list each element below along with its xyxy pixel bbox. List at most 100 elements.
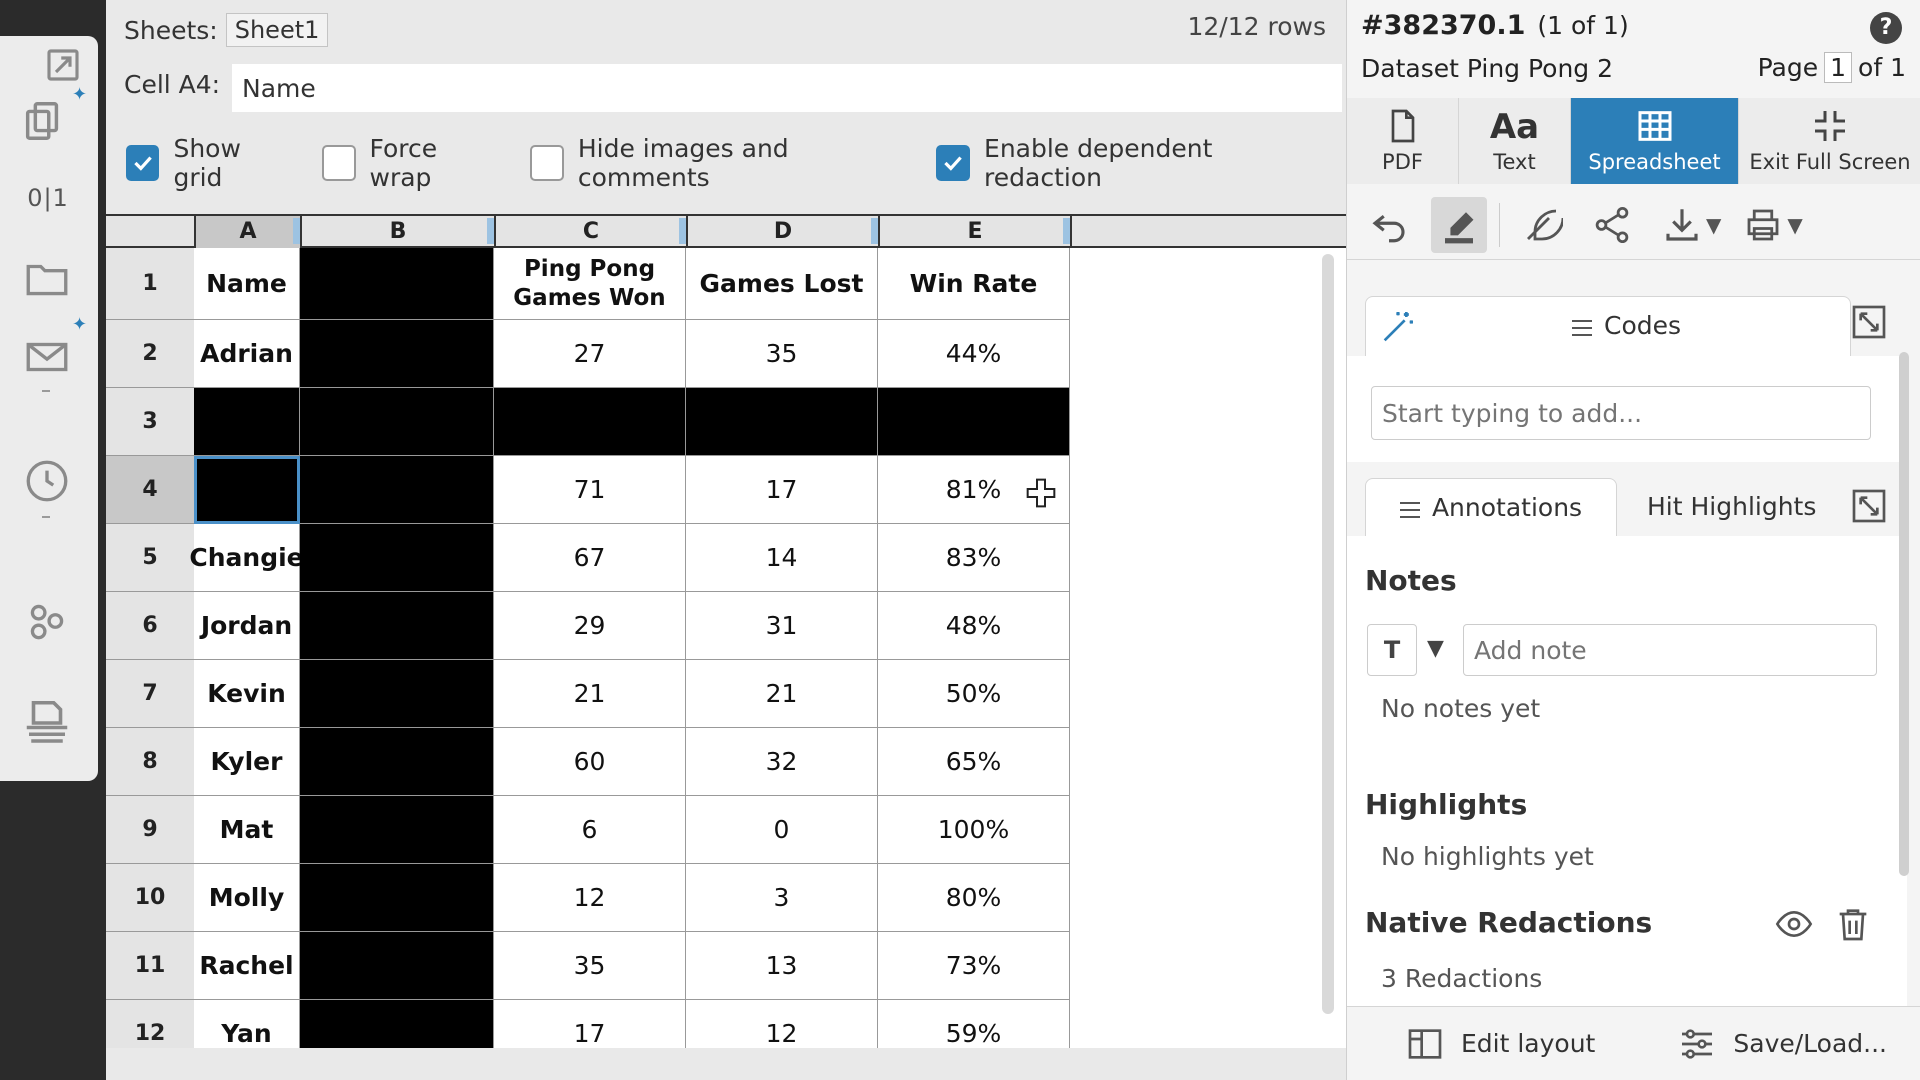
table-cell[interactable]: 60 [494,728,686,796]
clock-icon[interactable] [22,456,72,506]
show-grid-checkbox[interactable] [126,145,160,181]
note-type-dropdown-icon[interactable]: ▼ [1427,636,1444,661]
redacted-cell[interactable] [300,932,494,1000]
table-cell[interactable]: Kyler [194,728,300,796]
column-resize-handle[interactable] [293,218,300,244]
column-resize-handle[interactable] [871,218,878,244]
cell-value-field[interactable] [232,64,1342,112]
force-wrap-option[interactable]: Force wrap [322,134,496,192]
table-cell[interactable]: 3 [686,864,878,932]
redacted-cell[interactable] [300,524,494,592]
table-cell[interactable]: Yan [194,1000,300,1048]
redacted-cell[interactable] [878,388,1070,456]
table-cell[interactable]: 27 [494,320,686,388]
column-header-a[interactable]: A [194,216,300,248]
mail-icon[interactable] [22,332,72,382]
redacted-cell[interactable] [300,248,494,320]
tab-text[interactable]: Aa Text [1459,98,1571,184]
redacted-cell[interactable] [494,388,686,456]
table-cell[interactable]: 100% [878,796,1070,864]
share-button[interactable] [1584,197,1640,253]
table-cell[interactable]: 35 [494,932,686,1000]
row-header[interactable]: 12 [106,1000,194,1048]
table-cell[interactable]: 67 [494,524,686,592]
table-cell[interactable]: 83% [878,524,1070,592]
eye-icon[interactable] [1771,904,1817,944]
table-cell[interactable]: 44% [878,320,1070,388]
table-cell[interactable]: Kevin [194,660,300,728]
row-header[interactable]: 4 [106,456,194,524]
expand-codes-icon[interactable] [1849,302,1889,342]
table-cell[interactable]: 73% [878,932,1070,1000]
vertical-scrollbar[interactable] [1322,254,1334,1014]
save-load-button[interactable]: Save/Load... [1675,1024,1887,1064]
table-cell[interactable]: 12 [494,864,686,932]
expand-annotations-icon[interactable] [1849,486,1889,526]
column-header-c[interactable]: C [494,216,686,248]
table-cell[interactable]: 14 [686,524,878,592]
header-cell[interactable]: Name [194,248,300,320]
redact-marker-button[interactable] [1431,196,1487,253]
show-grid-option[interactable]: Show grid [126,134,288,192]
dependent-redaction-checkbox[interactable] [936,145,971,181]
table-cell[interactable]: Mat [194,796,300,864]
hide-images-option[interactable]: Hide images and comments [530,134,902,192]
expand-icon[interactable] [42,44,84,86]
row-header[interactable]: 8 [106,728,194,796]
row-header[interactable]: 10 [106,864,194,932]
column-resize-handle[interactable] [1063,218,1070,244]
sheet-tab[interactable]: Sheet1 [225,13,329,47]
table-cell[interactable]: 80% [878,864,1070,932]
column-header-e[interactable]: E [878,216,1070,248]
table-cell[interactable]: 13 [686,932,878,1000]
redacted-cell[interactable] [686,388,878,456]
table-cell[interactable]: Adrian [194,320,300,388]
table-cell[interactable]: Changie [189,524,304,592]
dependent-redaction-option[interactable]: Enable dependent redaction [936,134,1312,192]
table-cell[interactable]: 48% [878,592,1070,660]
redacted-cell[interactable] [300,728,494,796]
download-button[interactable] [1654,197,1710,253]
table-cell[interactable]: Rachel [194,932,300,1000]
table-cell[interactable]: 35 [686,320,878,388]
folder-icon[interactable] [22,254,72,304]
redacted-cell[interactable] [300,864,494,932]
table-cell[interactable]: 65% [878,728,1070,796]
spreadsheet-grid[interactable]: ABCDE 1 Name Ping Pong Games Won Games Lost… [106,214,1346,1048]
table-cell[interactable]: 71 [494,456,686,524]
table-cell[interactable]: 21 [494,660,686,728]
redacted-cell[interactable] [194,456,300,524]
tab-annotations[interactable]: Annotations [1365,478,1617,536]
table-cell[interactable]: 0 [686,796,878,864]
table-cell[interactable]: 59% [878,1000,1070,1048]
row-header[interactable]: 3 [106,388,194,456]
redacted-cell[interactable] [194,388,300,456]
table-cell[interactable]: 32 [686,728,878,796]
row-header[interactable]: 1 [106,248,194,320]
table-cell[interactable]: 12 [686,1000,878,1048]
redacted-cell[interactable] [300,1000,494,1048]
redacted-cell[interactable] [300,456,494,524]
trash-icon[interactable] [1833,902,1873,946]
column-header-d[interactable]: D [686,216,878,248]
download-dropdown-icon[interactable]: ▼ [1706,213,1721,237]
row-header[interactable]: 7 [106,660,194,728]
help-icon[interactable]: ? [1870,12,1902,44]
row-header[interactable]: 2 [106,320,194,388]
panel-scrollbar[interactable] [1899,352,1909,876]
header-cell[interactable]: Games Lost [686,248,878,320]
page-number-input[interactable]: 1 [1824,52,1853,83]
table-cell[interactable]: 21 [686,660,878,728]
table-cell[interactable]: 17 [686,456,878,524]
note-type-button[interactable]: T [1367,624,1417,676]
add-code-input[interactable] [1371,386,1871,440]
redacted-cell[interactable] [300,388,494,456]
row-header[interactable]: 9 [106,796,194,864]
header-cell[interactable]: Ping Pong Games Won [494,248,686,320]
table-cell[interactable]: 50% [878,660,1070,728]
header-cell[interactable]: Win Rate [878,248,1070,320]
row-header[interactable]: 5 [106,524,194,592]
redaction-print-icon[interactable] [20,696,74,750]
edit-layout-button[interactable]: Edit layout [1403,1024,1595,1064]
tab-pdf[interactable]: PDF [1347,98,1459,184]
